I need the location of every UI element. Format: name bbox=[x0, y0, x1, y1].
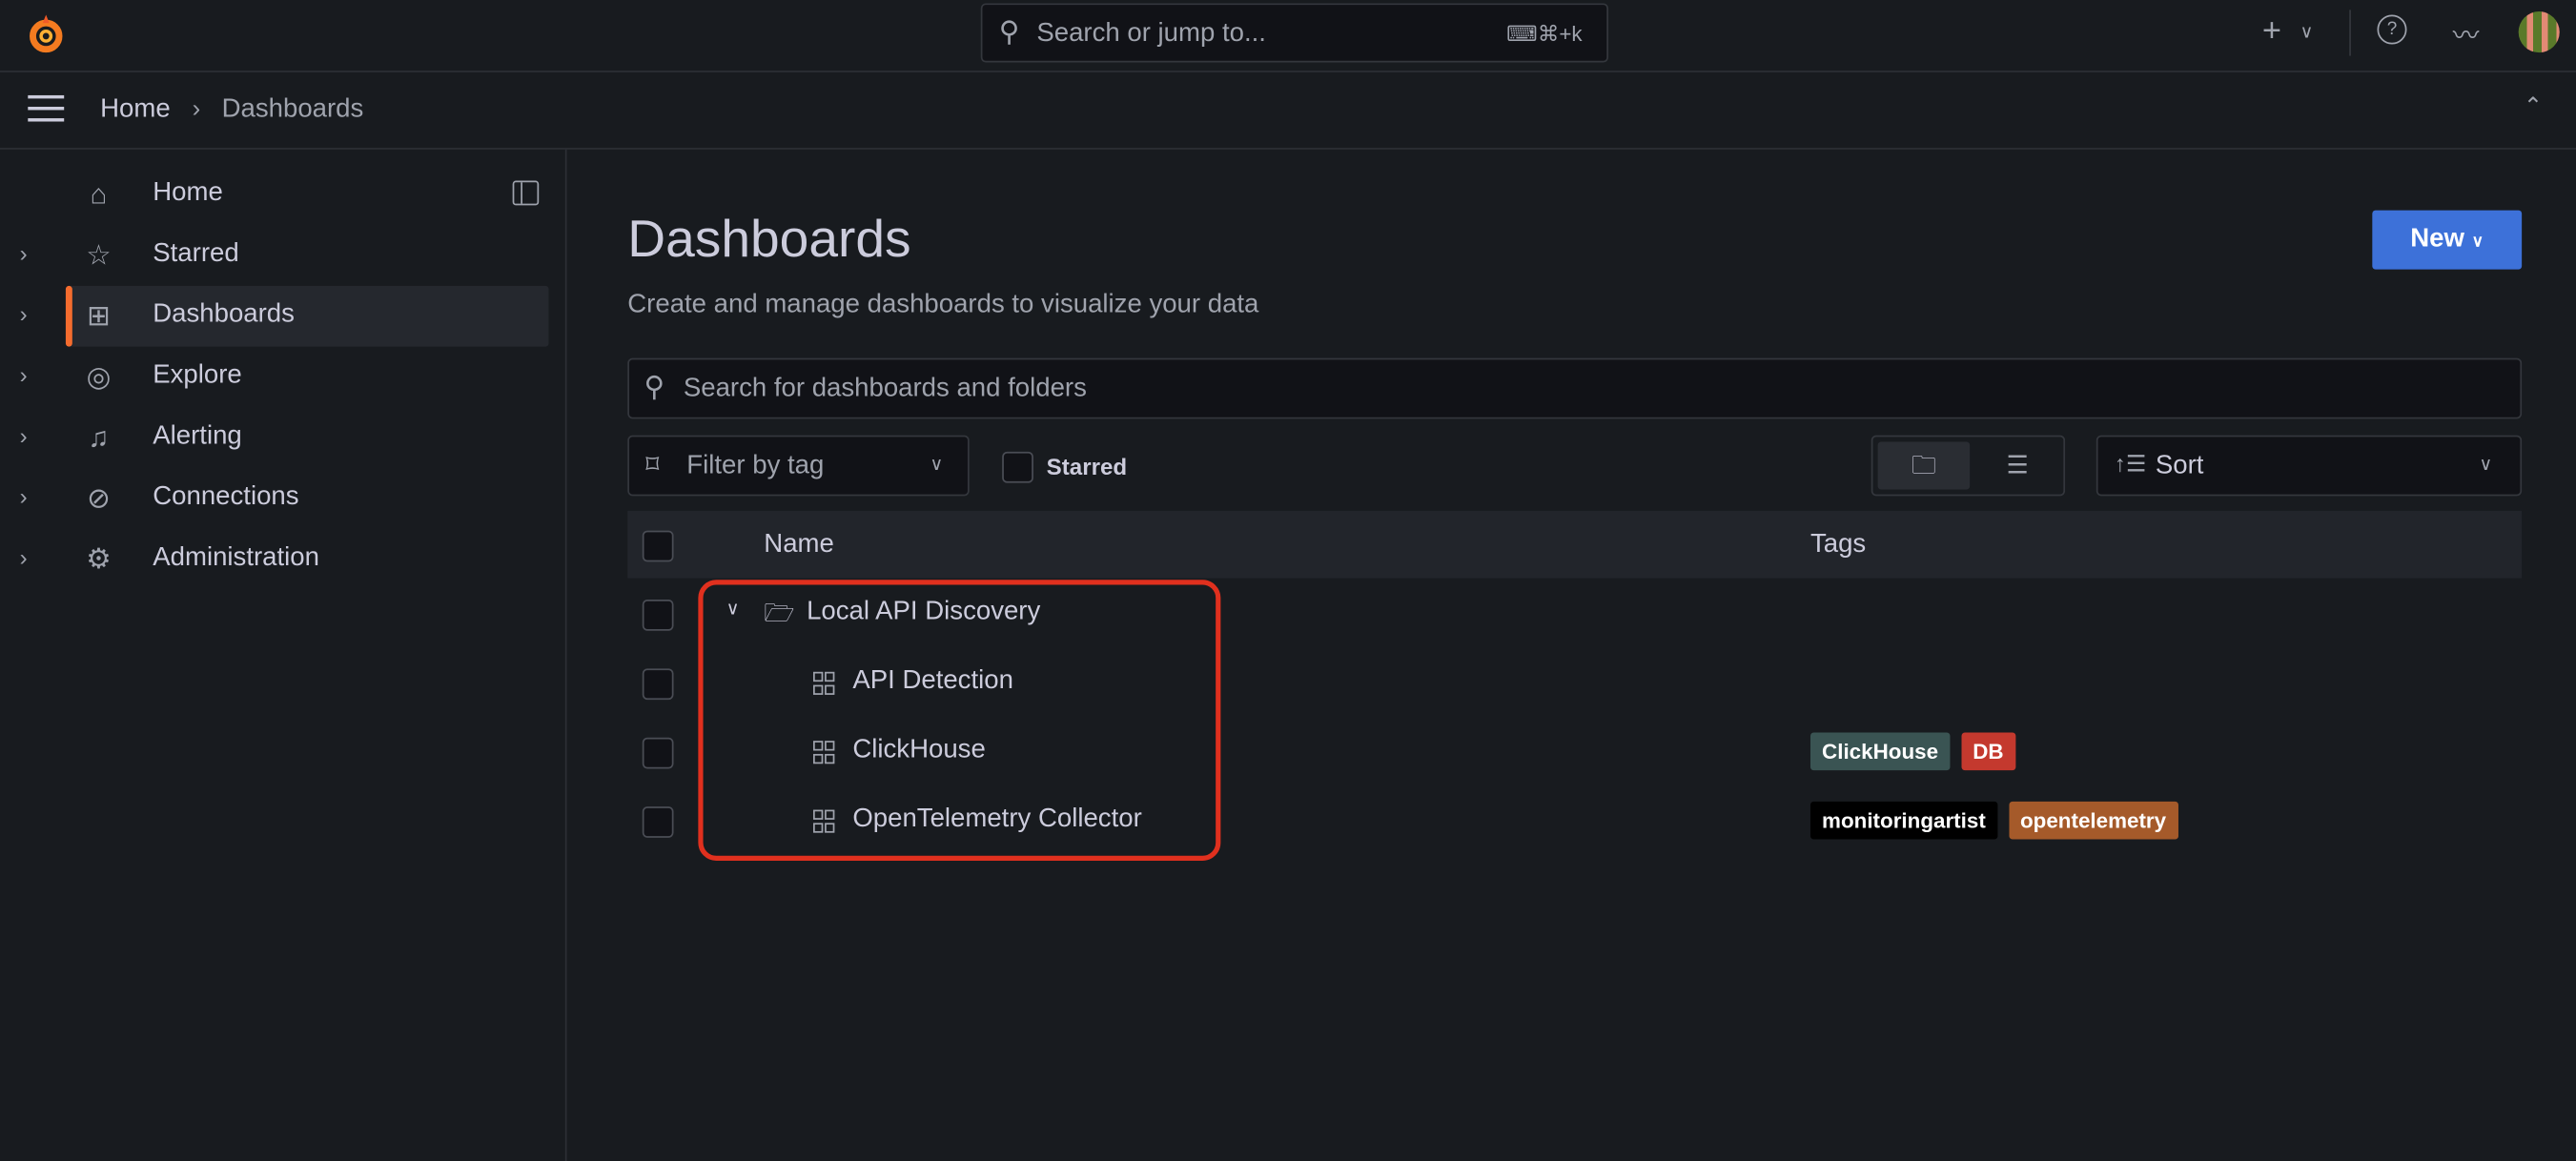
chevron-right-icon[interactable]: › bbox=[20, 422, 28, 449]
column-header-tags: Tags bbox=[1809, 530, 1867, 559]
top-bar: ⚲ Search or jump to... ⌨ ⌘+k + ∨ ? 〰 bbox=[0, 0, 2576, 72]
table-header: Name Tags bbox=[627, 510, 2523, 579]
sidebar-item-connections[interactable]: › ⊘ Connections bbox=[20, 468, 549, 529]
chevron-right-icon: › bbox=[192, 94, 201, 124]
keyboard-icon: ⌨ bbox=[1506, 21, 1538, 47]
page-title: Dashboards bbox=[627, 208, 911, 268]
chevron-right-icon[interactable]: › bbox=[20, 543, 28, 570]
chevron-right-icon[interactable]: › bbox=[20, 240, 28, 267]
chevron-up-icon[interactable]: ⌃ bbox=[2524, 92, 2543, 119]
sidebar: ⌂ Home › ☆ Starred › ⊞ Dashboards › ◎ Explore ›… bbox=[0, 149, 567, 1161]
add-new-icon[interactable]: + bbox=[2262, 13, 2281, 51]
chevron-down-icon: ∨ bbox=[2479, 455, 2493, 476]
sidebar-item-administration[interactable]: › ⚙ Administration bbox=[20, 529, 549, 590]
home-icon: ⌂ bbox=[90, 178, 108, 211]
folder-view-button[interactable]: 🗀︎ bbox=[1877, 441, 1971, 490]
folder-icon: 🗀︎ bbox=[1911, 451, 1936, 480]
bell-icon: ♫ bbox=[88, 421, 110, 454]
column-header-name: Name bbox=[764, 530, 834, 559]
starred-label: Starred bbox=[1046, 453, 1128, 480]
sidebar-item-label: Administration bbox=[153, 543, 319, 572]
sidebar-item-starred[interactable]: › ☆ Starred bbox=[20, 225, 549, 286]
breadcrumb-current: Dashboards bbox=[221, 94, 364, 124]
chevron-right-icon[interactable]: › bbox=[20, 361, 28, 388]
search-placeholder: Search for dashboards and folders bbox=[683, 374, 1087, 403]
chevron-right-icon[interactable]: › bbox=[20, 300, 28, 327]
row-checkbox[interactable] bbox=[642, 668, 674, 701]
sidebar-item-label: Alerting bbox=[153, 421, 242, 451]
filter-by-tag-select[interactable]: ⌑ Filter by tag ∨ bbox=[627, 435, 970, 497]
chevron-right-icon[interactable]: › bbox=[20, 483, 28, 510]
dashboard-search-input[interactable]: ⚲ Search for dashboards and folders bbox=[627, 357, 2523, 419]
search-icon: ⚲ bbox=[644, 371, 664, 403]
sidebar-item-label: Home bbox=[153, 178, 223, 208]
tag-list: monitoringartist opentelemetry bbox=[1809, 801, 2189, 840]
select-all-checkbox[interactable] bbox=[642, 530, 674, 562]
tag-list: ClickHouse DB bbox=[1809, 732, 2027, 771]
sort-select[interactable]: ↑☰ Sort ∨ bbox=[2096, 435, 2523, 497]
search-placeholder: Search or jump to... bbox=[1036, 19, 1266, 48]
starred-checkbox[interactable] bbox=[1002, 451, 1033, 483]
sidebar-item-dashboards[interactable]: › ⊞ Dashboards bbox=[20, 285, 549, 347]
chevron-down-icon: ∨ bbox=[930, 455, 944, 476]
row-checkbox[interactable] bbox=[642, 599, 674, 631]
page-subtitle: Create and manage dashboards to visualiz… bbox=[627, 291, 1259, 319]
tag-badge[interactable]: opentelemetry bbox=[2008, 801, 2178, 840]
sort-label: Sort bbox=[2155, 451, 2204, 480]
connections-icon: ⊘ bbox=[87, 482, 111, 515]
new-button-label: New bbox=[2410, 225, 2464, 254]
grafana-logo-icon[interactable] bbox=[27, 13, 66, 56]
highlight-annotation bbox=[698, 580, 1221, 861]
chevron-down-icon: ∨ bbox=[2471, 233, 2484, 252]
tag-badge[interactable]: monitoringartist bbox=[1809, 801, 1997, 840]
row-checkbox[interactable] bbox=[642, 737, 674, 769]
new-button[interactable]: New ∨ bbox=[2372, 210, 2523, 270]
tag-icon: ⌑ bbox=[645, 451, 660, 480]
sidebar-item-label: Connections bbox=[153, 482, 299, 511]
user-avatar[interactable] bbox=[2518, 11, 2560, 53]
sidebar-item-home[interactable]: ⌂ Home bbox=[66, 164, 549, 225]
list-icon: ☰ bbox=[2006, 451, 2029, 480]
view-toggle: 🗀︎ ☰ bbox=[1871, 435, 2066, 497]
star-icon: ☆ bbox=[86, 239, 112, 272]
breadcrumb-home[interactable]: Home bbox=[100, 95, 171, 125]
chevron-down-icon: ∨ bbox=[2300, 23, 2314, 43]
divider bbox=[2349, 10, 2351, 56]
tag-badge[interactable]: DB bbox=[1961, 732, 2015, 771]
rss-news-icon[interactable]: 〰 bbox=[2453, 13, 2480, 52]
sidebar-item-label: Explore bbox=[153, 361, 242, 390]
filter-placeholder: Filter by tag bbox=[686, 451, 825, 480]
sidebar-item-label: Starred bbox=[153, 239, 239, 268]
list-view-button[interactable]: ☰ bbox=[1974, 442, 2060, 490]
search-icon: ⚲ bbox=[998, 16, 1020, 48]
search-shortcut: ⌘+k bbox=[1537, 21, 1583, 47]
tag-badge[interactable]: ClickHouse bbox=[1809, 732, 1951, 771]
compass-icon: ◎ bbox=[86, 361, 112, 393]
row-checkbox[interactable] bbox=[642, 806, 674, 838]
sort-ascending-icon: ↑☰ bbox=[2114, 450, 2147, 477]
apps-icon: ⊞ bbox=[87, 300, 111, 333]
gear-icon: ⚙ bbox=[86, 543, 112, 576]
help-icon[interactable]: ? bbox=[2377, 14, 2407, 45]
global-search-input[interactable]: ⚲ Search or jump to... ⌨ ⌘+k bbox=[980, 3, 1609, 63]
sidebar-item-alerting[interactable]: › ♫ Alerting bbox=[20, 407, 549, 468]
breadcrumb-bar: Home › Dashboards ⌃ bbox=[0, 72, 2576, 150]
menu-hamburger-icon[interactable] bbox=[28, 94, 65, 122]
sidebar-item-label: Dashboards bbox=[153, 300, 295, 329]
sidebar-item-explore[interactable]: › ◎ Explore bbox=[20, 347, 549, 408]
